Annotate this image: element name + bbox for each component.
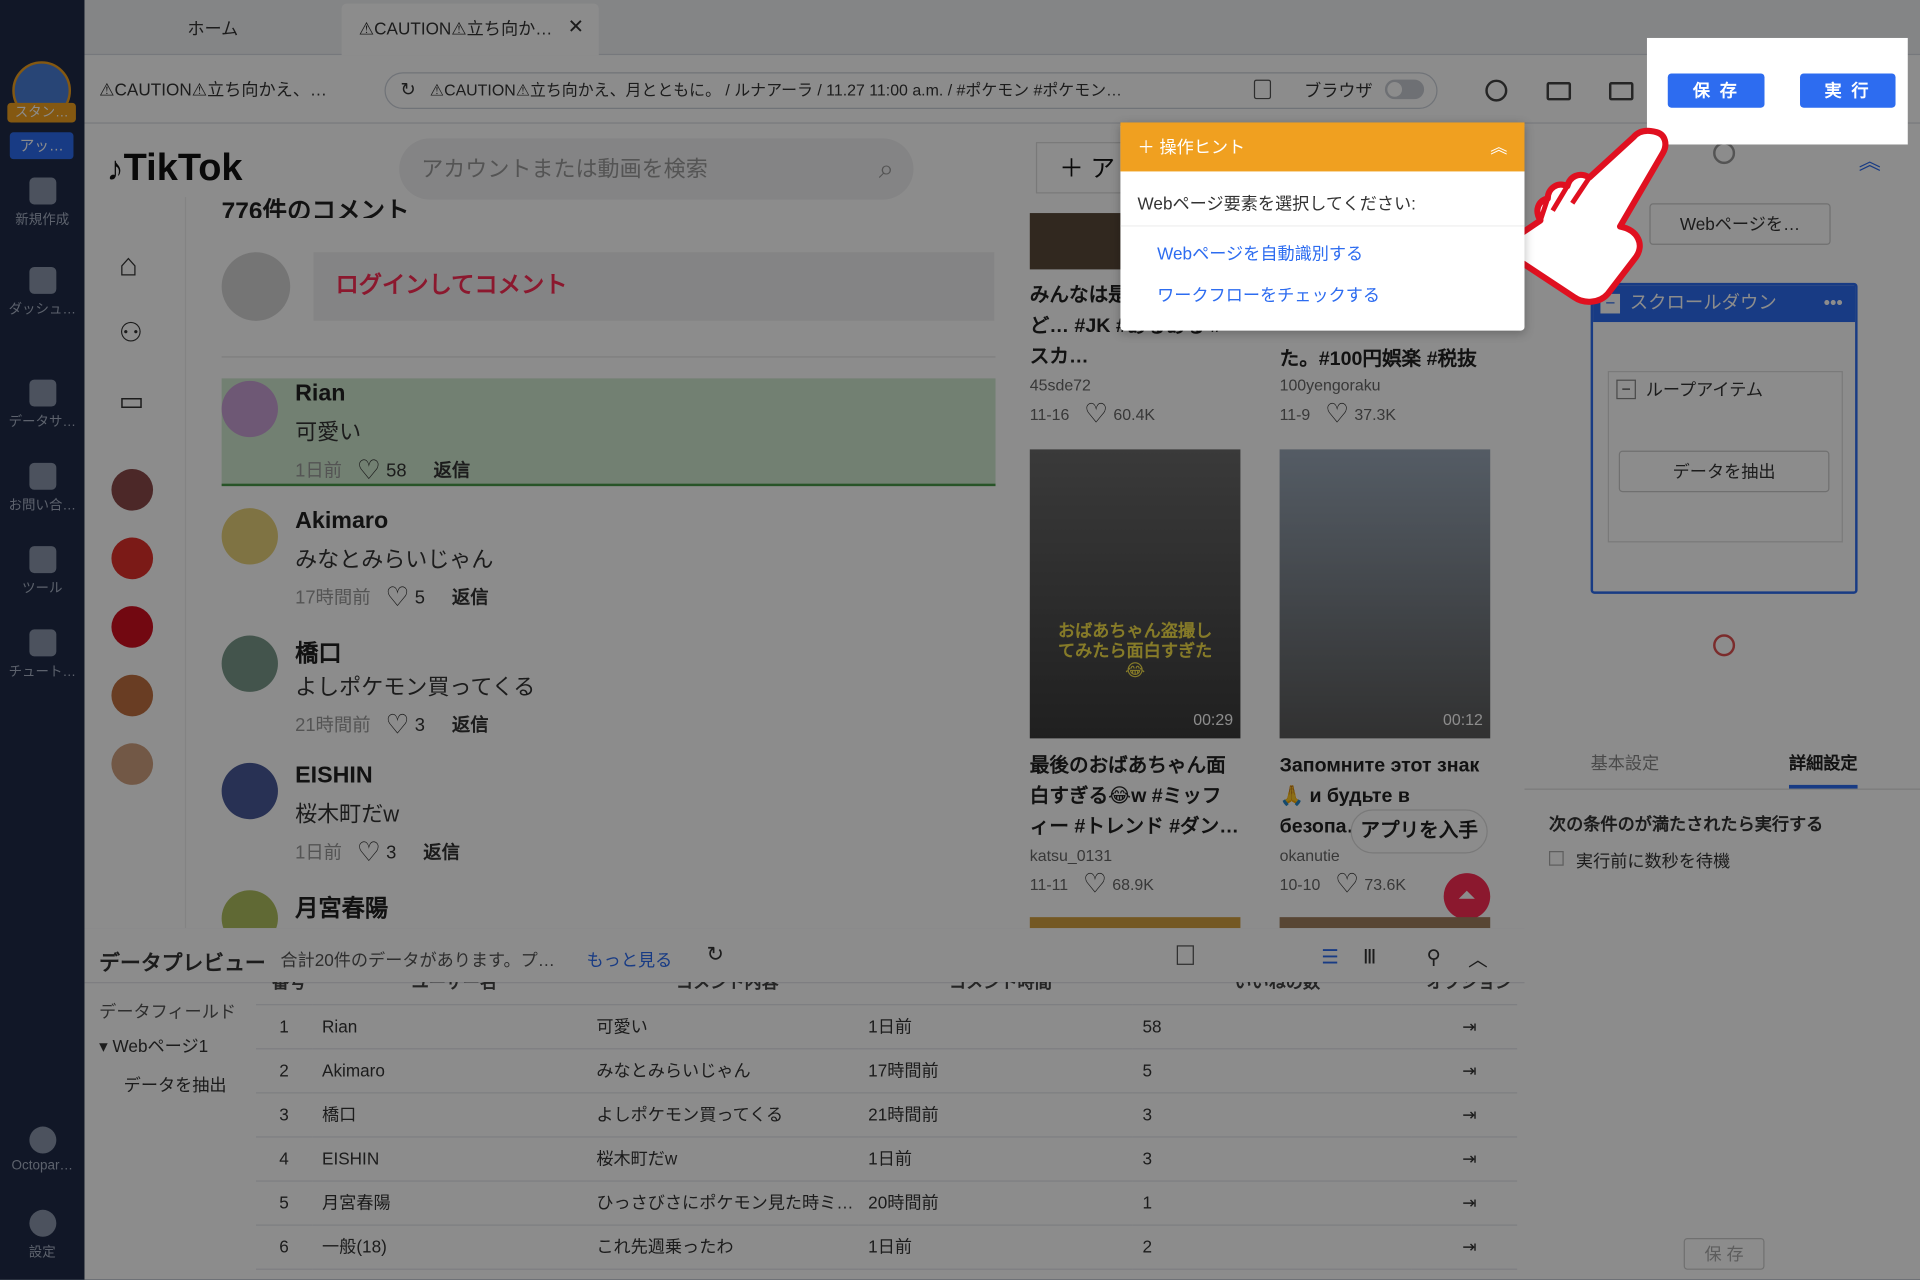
auto-detect-link[interactable]: Webページを自動識別する xyxy=(1120,227,1524,266)
collapse-icon[interactable]: ︽ xyxy=(1490,122,1507,171)
run-button[interactable]: 実 行 xyxy=(1800,73,1896,108)
hint-header[interactable]: ＋ 操作ヒント ︽ xyxy=(1120,122,1525,172)
hint-prompt: Webページ要素を選択してください: xyxy=(1120,171,1525,227)
operation-hint-popup: ＋ 操作ヒント ︽ Webページ要素を選択してください: Webページを自動識別す… xyxy=(1120,122,1525,331)
pointing-hand-icon xyxy=(1504,127,1669,305)
hint-title: 操作ヒント xyxy=(1159,137,1246,157)
highlighted-action-box: 保 存 実 行 xyxy=(1646,37,1908,145)
save-button[interactable]: 保 存 xyxy=(1667,73,1765,108)
check-workflow-link[interactable]: ワークフローをチェックする xyxy=(1120,266,1524,308)
